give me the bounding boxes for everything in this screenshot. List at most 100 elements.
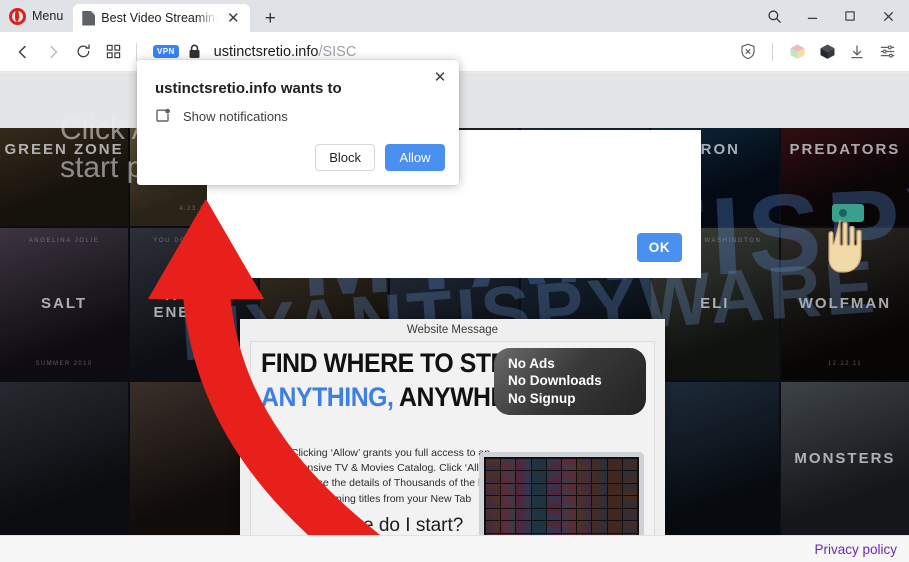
collage-thumbnail	[592, 483, 607, 496]
collage-thumbnail	[592, 459, 607, 471]
collage-thumbnail	[486, 471, 501, 483]
collage-thumbnail	[622, 508, 637, 521]
workspaces-cube-icon[interactable]	[813, 37, 841, 67]
collage-thumbnail	[592, 496, 607, 508]
back-button[interactable]	[8, 37, 38, 67]
collage-thumbnail	[546, 508, 561, 521]
movie-poster: MONSTERS	[780, 382, 909, 535]
collage-thumbnail	[577, 459, 592, 471]
collage-thumbnail	[607, 471, 622, 483]
movie-poster	[650, 382, 779, 535]
padlock-icon[interactable]	[188, 44, 201, 59]
ok-button[interactable]: OK	[637, 233, 682, 262]
collage-thumbnail	[607, 521, 622, 533]
collage-thumbnail	[607, 459, 622, 471]
collage-thumbnail	[501, 496, 516, 508]
website-message-card: Website Message FIND WHERE TO STREAM ANY…	[240, 319, 665, 535]
notification-permission-dialog: ✕ ustinctsretio.info wants to Show notif…	[137, 60, 459, 185]
window-controls	[755, 0, 909, 32]
collage-thumbnail	[577, 496, 592, 508]
collage-thumbnail	[486, 496, 501, 508]
block-button[interactable]: Block	[315, 144, 375, 171]
dialog-actions: Block Allow	[315, 144, 445, 171]
collage-thumbnail	[486, 459, 501, 471]
permission-row: Show notifications	[155, 108, 288, 124]
website-message-header: Website Message	[406, 324, 499, 336]
collage-thumbnail	[501, 521, 516, 533]
url-domain: ustinctsretio.info	[213, 43, 319, 60]
collage-thumbnail	[622, 459, 637, 471]
collage-thumbnail	[501, 471, 516, 483]
collage-thumbnail	[531, 508, 546, 521]
collage-thumbnail	[486, 483, 501, 496]
collage-thumbnail	[546, 459, 561, 471]
collage-thumbnail	[531, 459, 546, 471]
allow-button[interactable]: Allow	[385, 144, 445, 171]
website-message-body: FIND WHERE TO STREAM ANYTHING, ANYWHERE …	[250, 341, 655, 535]
collage-thumbnail	[531, 471, 546, 483]
address-bar-url[interactable]: ustinctsretio.info/SISC	[214, 44, 357, 60]
poster-title: A FEW ENEMIES	[153, 286, 235, 321]
browser-tab[interactable]: Best Video Streaming ✕	[73, 4, 251, 32]
collage-thumbnail	[561, 521, 577, 533]
movie-poster: WOLFMAN 12.12.11	[780, 227, 909, 381]
collage-thumbnail	[486, 521, 501, 533]
toolbar-divider-2	[772, 42, 773, 61]
tab-close-icon[interactable]: ✕	[223, 8, 243, 28]
message-paragraph: Clicking ‘Allow’ grants you full access …	[283, 447, 498, 505]
adblock-shield-icon[interactable]	[734, 37, 762, 67]
collage-thumbnail	[577, 471, 592, 483]
new-tab-button[interactable]: +	[260, 8, 280, 28]
collage-thumbnail	[531, 496, 546, 508]
collage-thumbnail	[622, 496, 637, 508]
poster-title: MONSTERS	[794, 450, 896, 468]
collage-thumbnail	[622, 483, 637, 496]
collage-thumbnail	[516, 521, 531, 533]
collage-thumbnail	[607, 496, 622, 508]
message-cta: Where do I start? Click here!	[273, 514, 508, 535]
search-icon[interactable]	[755, 0, 793, 32]
maximize-button[interactable]	[831, 0, 869, 32]
laptop-illustration	[479, 452, 644, 535]
poster-title: SALT	[41, 295, 88, 313]
collage-thumbnail	[607, 483, 622, 496]
poster-title: PREDATORS	[789, 140, 901, 158]
collage-thumbnail	[592, 521, 607, 533]
movie-poster	[0, 382, 129, 535]
collage-thumbnail	[592, 508, 607, 521]
movie-poster: Angelina Jolie SALT Summer 2010	[0, 227, 129, 381]
footer-bar: Privacy policy	[0, 535, 909, 562]
collage-thumbnail	[546, 471, 561, 483]
url-path: /SISC	[318, 43, 357, 60]
browser-window: Menu Best Video Streaming ✕ + VPN ustinc…	[0, 0, 909, 562]
downloads-icon[interactable]	[843, 37, 871, 67]
close-button[interactable]	[869, 0, 907, 32]
minimize-button[interactable]	[793, 0, 831, 32]
easy-setup-sliders-icon[interactable]	[873, 37, 901, 67]
poster-tagline: Summer 2010	[35, 360, 93, 367]
collage-thumbnail	[546, 521, 561, 533]
collage-thumbnail	[501, 483, 516, 496]
close-icon[interactable]: ✕	[430, 67, 450, 87]
benefit-item: No Downloads	[508, 373, 602, 389]
collage-thumbnail	[622, 521, 637, 533]
privacy-policy-link[interactable]: Privacy policy	[814, 542, 897, 557]
vpn-badge[interactable]: VPN	[153, 45, 179, 58]
benefit-item: No Signup	[508, 390, 576, 406]
collage-thumbnail	[501, 459, 516, 471]
laptop-screen-collage	[479, 452, 644, 535]
collage-thumbnail	[516, 471, 531, 483]
collage-thumbnail	[516, 508, 531, 521]
collage-thumbnail	[546, 496, 561, 508]
tab-grid-icon[interactable]	[98, 37, 128, 67]
tab-bar: Menu Best Video Streaming ✕ +	[0, 0, 909, 32]
collage-thumbnail	[622, 471, 637, 483]
reload-button[interactable]	[68, 37, 98, 67]
poster-title: WOLFMAN	[798, 295, 892, 313]
toolbar-divider	[136, 42, 137, 61]
opera-menu-button[interactable]: Menu	[0, 0, 73, 32]
forward-button[interactable]	[38, 37, 68, 67]
collage-thumbnail	[486, 508, 501, 521]
extensions-cube-icon[interactable]	[783, 37, 811, 67]
collage-thumbnail	[577, 483, 592, 496]
